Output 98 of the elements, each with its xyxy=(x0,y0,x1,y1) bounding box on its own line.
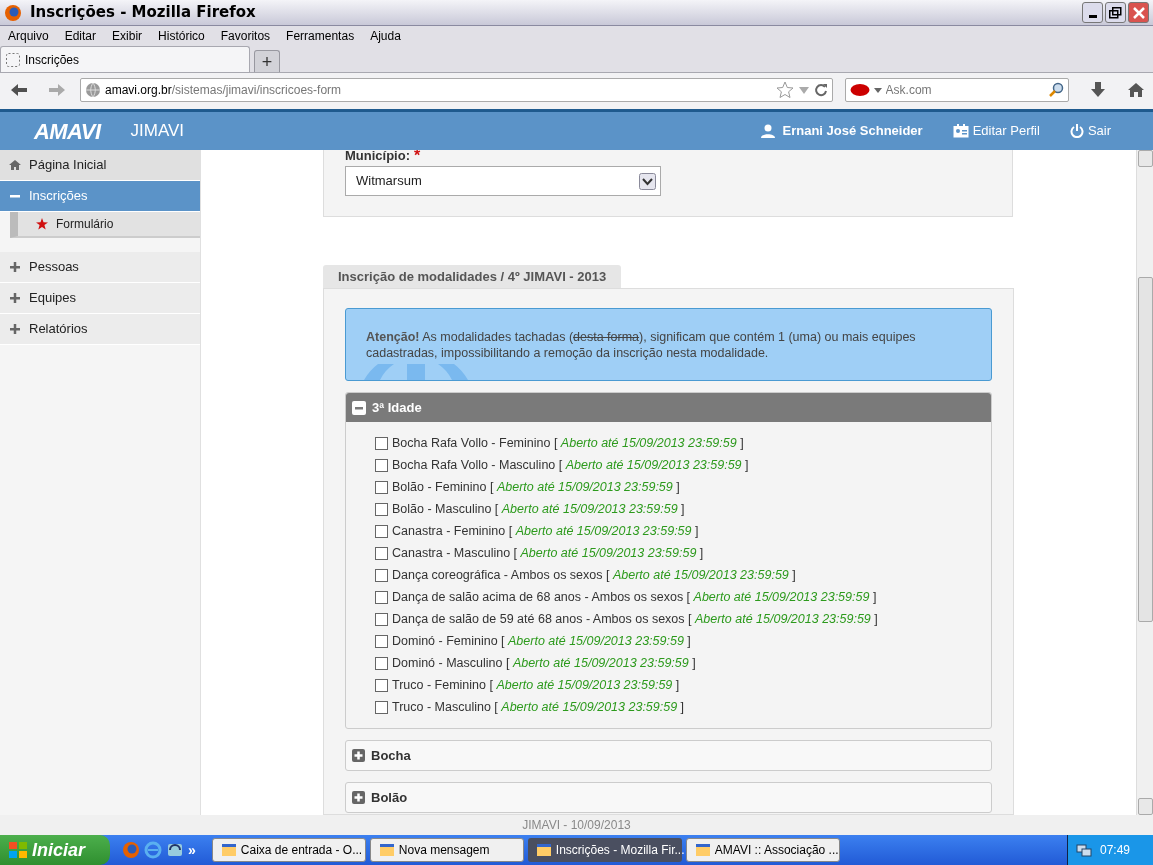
taskbar-button[interactable]: Nova mensagem xyxy=(369,838,524,862)
close-icon xyxy=(1132,6,1145,19)
minimize-icon xyxy=(1088,15,1097,18)
browser-e-icon xyxy=(144,841,162,859)
ask-logo-icon xyxy=(849,83,870,97)
menu-item[interactable]: Ajuda xyxy=(370,27,401,45)
close-button[interactable] xyxy=(1128,2,1149,23)
checkbox[interactable] xyxy=(375,546,388,560)
footer-text: JIMAVI - 10/09/2013 xyxy=(522,817,631,834)
network-icon xyxy=(1076,842,1092,858)
power-icon xyxy=(1069,124,1084,138)
modality-label: Truco - Feminino [ Aberto até 15/09/2013 23:59:59 ] xyxy=(392,676,680,694)
window-title: Inscrições - Mozilla Firefox xyxy=(30,2,256,24)
window-icon xyxy=(694,842,711,858)
app-title: JIMAVI xyxy=(130,120,185,143)
modality-label: Bolão - Masculino [ Aberto até 15/09/2013 23:59:59 ] xyxy=(392,500,685,518)
field-label: Município: xyxy=(345,150,410,165)
checkbox[interactable] xyxy=(375,458,388,472)
menu-item[interactable]: Editar xyxy=(64,27,97,45)
modality-label: Truco - Masculino [ Aberto até 15/09/2013 23:59:59 ] xyxy=(392,698,685,716)
modality-label: Canastra - Masculino [ Aberto até 15/09/2013 23:59:59 ] xyxy=(392,544,704,562)
download-arrow-icon xyxy=(1089,81,1107,99)
checkbox[interactable] xyxy=(375,524,388,538)
minus-box-icon xyxy=(352,400,366,415)
minimize-button[interactable] xyxy=(1082,2,1103,23)
modality-label: Bolão - Feminino [ Aberto até 15/09/2013 23:59:59 ] xyxy=(392,478,680,496)
modality-label: Bocha Rafa Vollo - Feminino [ Aberto até 15/09/2013 23:59:59 ] xyxy=(392,434,744,452)
alert-message: Atenção! As modalidades tachadas (desta forma), significam que contém 1 (uma) ou mais equipes cadastradas, impossibilitando a remoção da inscrição nesta modalidade. xyxy=(366,329,917,361)
menu-item[interactable]: Exibir xyxy=(112,27,143,45)
checkbox[interactable] xyxy=(375,436,388,450)
mail-icon xyxy=(166,841,184,859)
search-input[interactable]: Ask.com xyxy=(885,81,1044,99)
checkbox[interactable] xyxy=(375,656,388,670)
globe-icon xyxy=(85,82,101,98)
dropdown-triangle-icon xyxy=(797,84,810,96)
modality-label: Dança de salão acima de 68 anos - Ambos os sexos [ Aberto até 15/09/2013 23:59:59 ] xyxy=(392,588,877,606)
plus-icon xyxy=(9,292,21,304)
checkbox[interactable] xyxy=(375,634,388,648)
info-watermark-icon xyxy=(364,364,468,380)
id-card-icon xyxy=(952,124,969,138)
star-icon xyxy=(775,81,794,99)
modality-label: Bocha Rafa Vollo - Masculino [ Aberto até 15/09/2013 23:59:59 ] xyxy=(392,456,749,474)
scrollbar[interactable] xyxy=(1136,150,1153,815)
dropdown-triangle-icon xyxy=(873,86,882,94)
modality-label: Dominó - Feminino [ Aberto até 15/09/2013 23:59:59 ] xyxy=(392,632,691,650)
window-icon xyxy=(220,842,237,858)
sidebar-item[interactable]: Pessoas xyxy=(0,252,200,283)
more-button[interactable]: » xyxy=(188,839,196,861)
sidebar-item[interactable]: Equipes xyxy=(0,283,200,314)
star-icon xyxy=(36,218,48,230)
user-icon xyxy=(760,124,775,138)
checkbox[interactable] xyxy=(375,480,388,494)
search-field[interactable]: Ask.com xyxy=(844,78,1069,102)
modality-label: Dominó - Masculino [ Aberto até 15/09/2013 23:59:59 ] xyxy=(392,654,696,672)
menu-item[interactable]: Arquivo xyxy=(8,27,49,45)
accordion-header[interactable]: Bolão xyxy=(346,783,991,812)
checkbox[interactable] xyxy=(375,590,388,604)
plus-icon xyxy=(9,323,21,335)
required-mark: * xyxy=(414,150,421,166)
plus-box-icon xyxy=(352,749,365,762)
checkbox[interactable] xyxy=(375,568,388,582)
modality-label: Dança de salão de 59 até 68 anos - Ambos os sexos [ Aberto até 15/09/2013 23:59:59 ] xyxy=(392,610,878,628)
taskbar-button[interactable]: Caixa de entrada - O... xyxy=(211,838,366,862)
accordion-header[interactable]: Bocha xyxy=(346,741,991,770)
sidebar-item[interactable]: Página Inicial xyxy=(0,150,200,181)
reload-icon xyxy=(813,83,828,97)
blank-page-icon xyxy=(5,51,21,68)
clock: 07:49 xyxy=(1100,842,1131,859)
windows-flag-icon xyxy=(8,841,28,859)
search-icon xyxy=(1048,82,1064,98)
modality-label: Canastra - Feminino [ Aberto até 15/09/2013 23:59:59 ] xyxy=(392,522,699,540)
plus-icon xyxy=(9,261,21,273)
accordion-header[interactable]: 3ª Idade xyxy=(346,393,991,422)
app-logo: AMAVI xyxy=(34,117,101,146)
checkbox[interactable] xyxy=(375,678,388,692)
sidebar-subitem[interactable]: Formulário xyxy=(10,212,200,238)
firefox-logo-icon xyxy=(4,3,22,22)
taskbar-button[interactable]: AMAVI :: Associação ... xyxy=(685,838,840,862)
checkbox[interactable] xyxy=(375,700,388,714)
menu-item[interactable]: Ferramentas xyxy=(286,27,355,45)
modality-label: Dança coreográfica - Ambos os sexos [ Aberto até 15/09/2013 23:59:59 ] xyxy=(392,566,796,584)
browser-tab[interactable]: Inscrições xyxy=(0,46,250,72)
municipality-select[interactable]: Witmarsum xyxy=(345,166,661,196)
window-icon xyxy=(378,842,395,858)
checkbox[interactable] xyxy=(375,502,388,516)
window-icon xyxy=(535,842,552,858)
home-icon xyxy=(9,159,21,171)
new-tab-button[interactable]: + xyxy=(254,50,280,72)
menu-item[interactable]: Histórico xyxy=(158,27,205,45)
address-bar[interactable]: amavi.org.br/sistemas/jimavi/inscricoes-form xyxy=(80,78,833,102)
restore-button[interactable] xyxy=(1105,2,1126,23)
firefox-logo-icon xyxy=(122,841,140,859)
menu-item[interactable]: Favoritos xyxy=(220,27,271,45)
sidebar-item[interactable]: Relatórios xyxy=(0,314,200,345)
home-icon xyxy=(1127,81,1145,99)
restore-icon xyxy=(1109,6,1122,19)
plus-box-icon xyxy=(352,791,365,804)
checkbox[interactable] xyxy=(375,612,388,626)
